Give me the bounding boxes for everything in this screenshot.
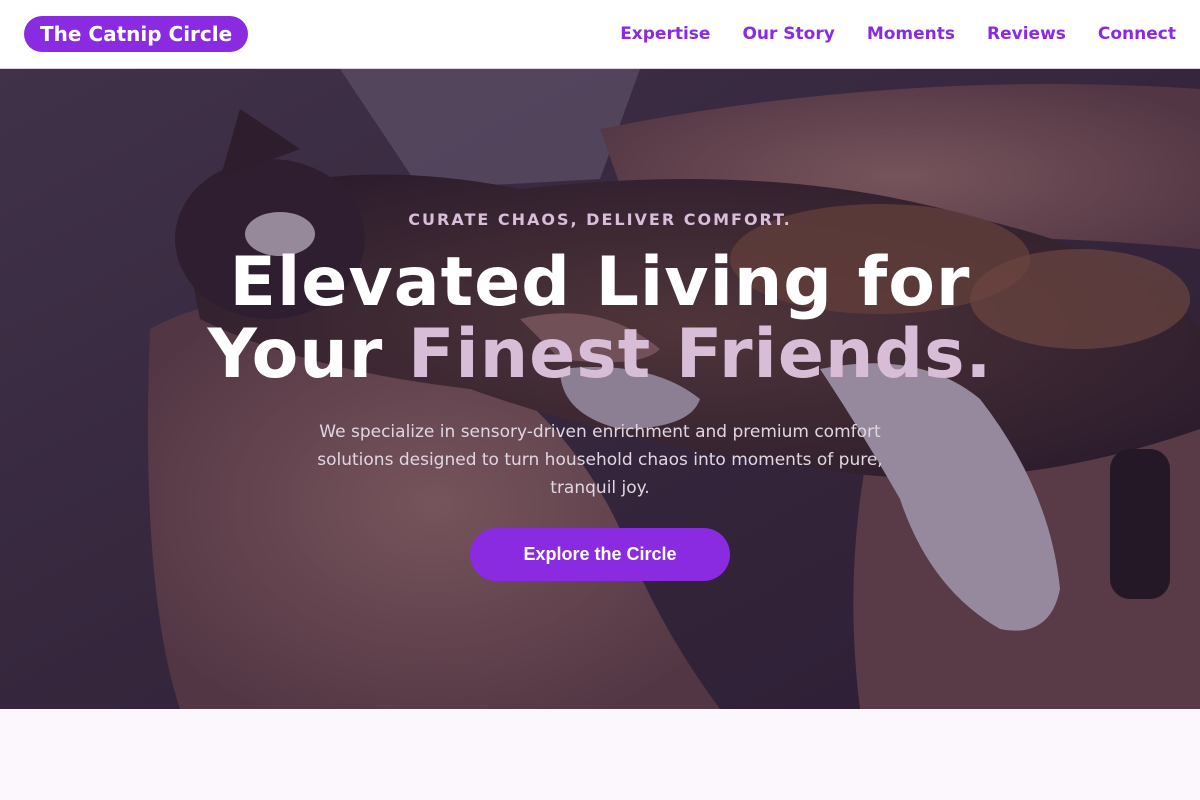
brand-logo-button[interactable]: The Catnip Circle — [24, 16, 249, 52]
hero-headline-line2-prefix: Your — [207, 315, 408, 394]
nav-link-our-story[interactable]: Our Story — [742, 24, 834, 44]
nav-link-connect[interactable]: Connect — [1098, 24, 1176, 44]
hero-headline: Elevated Living for Your Finest Friends. — [0, 247, 1200, 391]
hero-section: CURATE CHAOS, DELIVER COMFORT. Elevated … — [0, 69, 1200, 709]
hero-headline-line1: Elevated Living for — [229, 243, 971, 322]
hero-headline-accent: Finest Friends. — [407, 315, 993, 394]
nav-link-reviews[interactable]: Reviews — [987, 24, 1066, 44]
hero-eyebrow: CURATE CHAOS, DELIVER COMFORT. — [408, 210, 792, 229]
nav-link-expertise[interactable]: Expertise — [620, 24, 710, 44]
nav-links: Expertise Our Story Moments Reviews Conn… — [620, 24, 1176, 44]
hero-subtext: We specialize in sensory-driven enrichme… — [317, 422, 883, 498]
explore-circle-button[interactable]: Explore the Circle — [470, 528, 730, 581]
top-navbar: The Catnip Circle Expertise Our Story Mo… — [0, 0, 1200, 69]
hero-content: CURATE CHAOS, DELIVER COMFORT. Elevated … — [0, 69, 1200, 709]
next-section — [0, 709, 1200, 800]
nav-link-moments[interactable]: Moments — [867, 24, 955, 44]
